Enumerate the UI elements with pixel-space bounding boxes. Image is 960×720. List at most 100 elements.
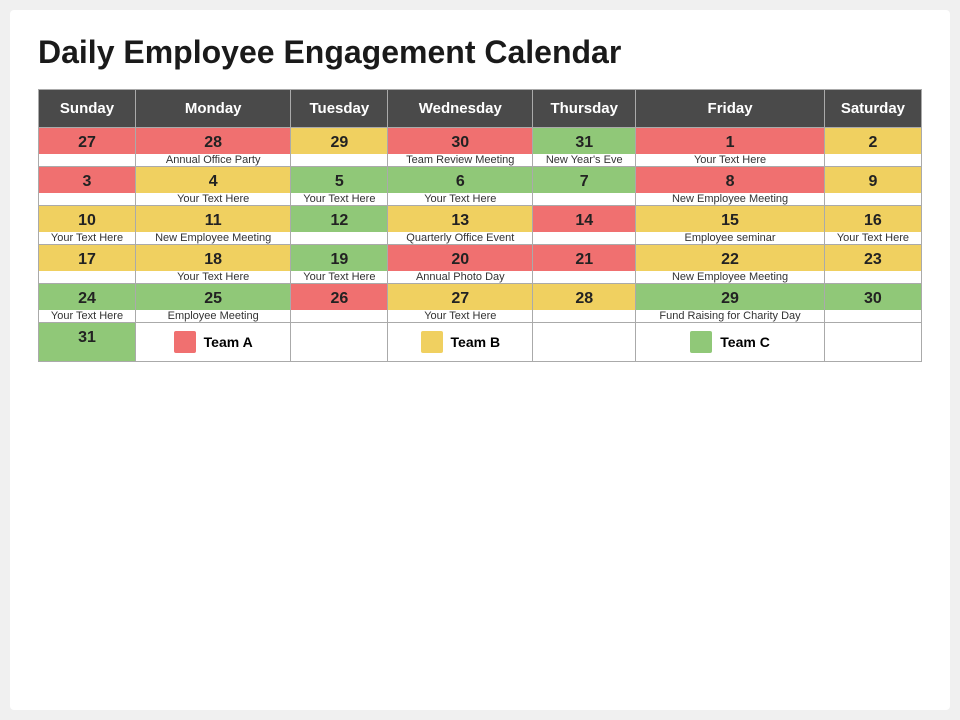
- legend-color-box: [690, 331, 712, 353]
- event-cell-w2-d4: [533, 232, 636, 245]
- date-cell-w2-d1: 11: [136, 206, 291, 233]
- event-cell-w2-d2: [291, 232, 388, 245]
- date-number: 16: [825, 206, 921, 232]
- page-title: Daily Employee Engagement Calendar: [38, 34, 922, 71]
- legend-item-team-a: Team A: [136, 323, 291, 362]
- date-row-1: 3456789: [39, 167, 922, 194]
- empty-last-cell-2: [291, 323, 388, 362]
- date-number: 25: [136, 284, 290, 310]
- date-cell-w0-d4: 31: [533, 128, 636, 155]
- date-cell-w2-d0: 10: [39, 206, 136, 233]
- date-number: 30: [388, 128, 532, 154]
- date-cell-w4-d6: 30: [824, 284, 921, 311]
- header-tuesday: Tuesday: [291, 90, 388, 128]
- date-cell-w2-d3: 13: [388, 206, 533, 233]
- event-cell-w1-d2: Your Text Here: [291, 193, 388, 206]
- event-cell-w1-d6: [824, 193, 921, 206]
- event-cell-w1-d5: New Employee Meeting: [636, 193, 825, 206]
- legend-label: Team A: [204, 334, 253, 350]
- legend-item-team-c: Team C: [636, 323, 825, 362]
- legend-label: Team C: [720, 334, 770, 350]
- event-cell-w1-d4: [533, 193, 636, 206]
- date-number: 20: [388, 245, 532, 271]
- date-cell-w1-d4: 7: [533, 167, 636, 194]
- legend-area: Team A: [140, 331, 286, 353]
- date-cell-w2-d6: 16: [824, 206, 921, 233]
- event-cell-w0-d3: Team Review Meeting: [388, 154, 533, 167]
- date-cell-w0-d2: 29: [291, 128, 388, 155]
- event-cell-w2-d1: New Employee Meeting: [136, 232, 291, 245]
- date-number: 14: [533, 206, 635, 232]
- calendar-table: Sunday Monday Tuesday Wednesday Thursday…: [38, 89, 922, 362]
- empty-last-cell-6: [824, 323, 921, 362]
- date-cell-w3-d6: 23: [824, 245, 921, 272]
- event-cell-w3-d2: Your Text Here: [291, 271, 388, 284]
- date-number: 10: [39, 206, 135, 232]
- date-cell-w0-d5: 1: [636, 128, 825, 155]
- event-cell-w0-d2: [291, 154, 388, 167]
- empty-last-cell-4: [533, 323, 636, 362]
- date-number: 4: [136, 167, 290, 193]
- legend-area: Team C: [640, 331, 820, 353]
- event-cell-w3-d6: [824, 271, 921, 284]
- event-cell-w4-d2: [291, 310, 388, 323]
- date-cell-w0-d6: 2: [824, 128, 921, 155]
- date-row-3: 17181920212223: [39, 245, 922, 272]
- date-cell-w2-d5: 15: [636, 206, 825, 233]
- legend-item-team-b: Team B: [388, 323, 533, 362]
- date-number: 31: [39, 323, 135, 349]
- header-monday: Monday: [136, 90, 291, 128]
- date-cell-w0-d3: 30: [388, 128, 533, 155]
- date-cell-w2-d2: 12: [291, 206, 388, 233]
- date-row-4: 24252627282930: [39, 284, 922, 311]
- header-thursday: Thursday: [533, 90, 636, 128]
- legend-color-box: [421, 331, 443, 353]
- event-cell-w0-d1: Annual Office Party: [136, 154, 291, 167]
- date-number: 2: [825, 128, 921, 154]
- header-sunday: Sunday: [39, 90, 136, 128]
- date-cell-w2-d4: 14: [533, 206, 636, 233]
- date-cell-w3-d4: 21: [533, 245, 636, 272]
- date-cell-w3-d0: 17: [39, 245, 136, 272]
- event-cell-w3-d1: Your Text Here: [136, 271, 291, 284]
- date-cell-w4-d3: 27: [388, 284, 533, 311]
- date-number: 28: [533, 284, 635, 310]
- event-cell-w2-d6: Your Text Here: [824, 232, 921, 245]
- date-cell-w0-d0: 27: [39, 128, 136, 155]
- date-number: 31: [533, 128, 635, 154]
- event-cell-w4-d0: Your Text Here: [39, 310, 136, 323]
- event-cell-w0-d4: New Year's Eve: [533, 154, 636, 167]
- date-number: 19: [291, 245, 387, 271]
- date-number: 6: [388, 167, 532, 193]
- date-number: 8: [636, 167, 824, 193]
- event-cell-w0-d5: Your Text Here: [636, 154, 825, 167]
- event-row-0: Annual Office Party Team Review MeetingNe…: [39, 154, 922, 167]
- event-cell-w1-d3: Your Text Here: [388, 193, 533, 206]
- date-cell-w1-d2: 5: [291, 167, 388, 194]
- date-number: 28: [136, 128, 290, 154]
- date-cell-w4-d2: 26: [291, 284, 388, 311]
- date-number: 24: [39, 284, 135, 310]
- date-number: 21: [533, 245, 635, 271]
- date-cell-w4-d0: 24: [39, 284, 136, 311]
- event-cell-w4-d4: [533, 310, 636, 323]
- event-cell-w2-d0: Your Text Here: [39, 232, 136, 245]
- event-cell-w4-d5: Fund Raising for Charity Day: [636, 310, 825, 323]
- date-number: 23: [825, 245, 921, 271]
- date-cell-w4-d5: 29: [636, 284, 825, 311]
- date-number: 5: [291, 167, 387, 193]
- date-number: 3: [39, 167, 135, 193]
- date-number: 27: [388, 284, 532, 310]
- date-cell-w1-d5: 8: [636, 167, 825, 194]
- date-number: 30: [825, 284, 921, 310]
- date-number: 29: [291, 128, 387, 154]
- date-cell-w0-d1: 28: [136, 128, 291, 155]
- date-number: 11: [136, 206, 290, 232]
- event-cell-w3-d5: New Employee Meeting: [636, 271, 825, 284]
- event-cell-w1-d0: [39, 193, 136, 206]
- event-cell-w2-d3: Quarterly Office Event: [388, 232, 533, 245]
- event-cell-w2-d5: Employee seminar: [636, 232, 825, 245]
- date-cell-w4-d1: 25: [136, 284, 291, 311]
- event-row-1: Your Text HereYour Text HereYour Text He…: [39, 193, 922, 206]
- date-number: 22: [636, 245, 824, 271]
